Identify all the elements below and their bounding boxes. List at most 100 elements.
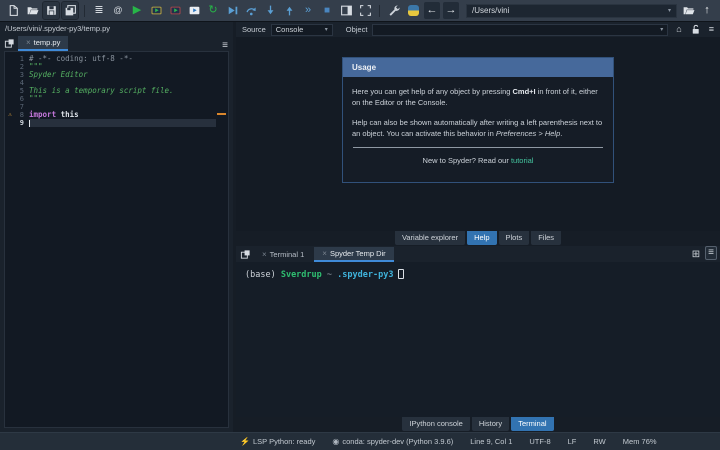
eol-status-label: LF [567, 437, 577, 446]
close-icon[interactable]: × [322, 249, 327, 258]
tab-ipython-console[interactable]: IPython console [402, 417, 470, 431]
help-options-menu-icon[interactable]: ≡ [709, 25, 714, 34]
step-return-icon [283, 4, 296, 17]
line-number[interactable]: 3 [15, 71, 29, 79]
readwrite-status-label: RW [593, 437, 606, 446]
parent-directory-button[interactable]: ↑ [699, 2, 715, 19]
object-input[interactable]: ▾ [372, 23, 669, 36]
code-line-text[interactable]: """ [29, 95, 216, 103]
console-pane-tabs: IPython console History Terminal [236, 417, 720, 432]
step-over-button[interactable] [243, 2, 259, 19]
step-into-button[interactable] [262, 2, 278, 19]
code-line-text[interactable]: # -*- coding: utf-8 -*- [29, 55, 216, 63]
close-icon[interactable]: × [262, 250, 267, 259]
tab-temp-py[interactable]: × temp.py [18, 36, 69, 51]
tab-plots[interactable]: Plots [498, 231, 530, 245]
help-pane-tabs: Variable explorer Help Plots Files [236, 231, 720, 246]
tab-terminal-1[interactable]: × Terminal 1 [254, 247, 312, 262]
object-label: Object [345, 25, 368, 34]
code-line-text[interactable]: This is a temporary script file. [29, 87, 216, 95]
help-toolbar: Source Console ▾ Object ▾ ⌂ ≡ [236, 22, 720, 37]
maximize-icon [359, 4, 372, 17]
stop-button[interactable]: ■ [319, 2, 335, 19]
outline-button[interactable]: ≣ [91, 2, 107, 19]
shortcut-text: Cmd+I [512, 87, 536, 96]
help-content: Usage Here you can get help of any objec… [236, 37, 720, 231]
find-symbol-button[interactable]: @ [110, 2, 126, 19]
terminal-options-menu-icon[interactable]: ≡ [705, 246, 717, 260]
run-file-button[interactable]: ▶ [129, 2, 145, 19]
home-icon[interactable]: ⌂ [676, 25, 681, 34]
prompt-token: .spyder-py3 [337, 270, 394, 280]
line-number[interactable]: 1 [15, 55, 29, 63]
chevron-down-icon: ▾ [324, 27, 328, 33]
new-terminal-icon[interactable]: ⊞ [692, 250, 700, 260]
panels-button[interactable] [338, 2, 354, 19]
terminal-prompt: (base) Sverdrup ~ .spyder-py3 [245, 269, 711, 280]
source-select[interactable]: Console ▾ [270, 23, 333, 36]
forward-button[interactable]: → [443, 2, 459, 19]
tab-spyder-temp-dir[interactable]: × Spyder Temp Dir [314, 247, 394, 262]
run-cell-button[interactable] [148, 2, 164, 19]
preferences-path-text: Preferences > Help [495, 128, 561, 138]
code-line-text[interactable]: Spyder Editor [29, 71, 216, 79]
terminal-content[interactable]: (base) Sverdrup ~ .spyder-py3 [236, 262, 720, 417]
line-number[interactable]: 8 [15, 111, 29, 119]
line-number[interactable]: 7 [15, 103, 29, 111]
step-return-button[interactable] [281, 2, 297, 19]
browse-tabs-button[interactable] [3, 37, 16, 50]
tab-variable-explorer[interactable]: Variable explorer [394, 231, 466, 245]
browse-working-directory-button[interactable] [680, 2, 696, 19]
usage-title: Usage [343, 58, 613, 77]
code-line-text[interactable] [29, 119, 216, 127]
toolbar-separator [84, 4, 85, 17]
editor-options-menu-icon[interactable]: ≡ [222, 41, 228, 51]
working-directory-combobox[interactable]: /Users/vini ▾ [466, 3, 677, 18]
debug-file-button[interactable] [224, 2, 240, 19]
browse-tabs-button[interactable] [239, 248, 252, 261]
wrench-icon [388, 4, 401, 17]
tab-label: temp.py [33, 38, 61, 47]
run-icon: ▶ [132, 4, 142, 16]
save-all-button[interactable] [61, 1, 79, 20]
arrow-left-icon: ← [426, 4, 438, 16]
close-icon[interactable]: × [26, 38, 31, 47]
source-value: Console [275, 25, 304, 34]
main-area: /Users/vini/.spyder-py3/temp.py × temp.p… [0, 22, 720, 432]
usage-paragraph-1: Here you can get help of any object by p… [352, 87, 598, 108]
run-cell-advance-button[interactable] [167, 2, 183, 19]
python-environment-button[interactable] [405, 2, 421, 19]
step-over-icon [245, 4, 258, 17]
rerun-cell-button[interactable] [186, 2, 202, 19]
code-line-text[interactable]: import this [29, 111, 216, 119]
new-file-button[interactable] [5, 2, 21, 19]
folder-open-icon [26, 4, 39, 17]
usage-panel: Usage Here you can get help of any objec… [342, 57, 614, 184]
line-number[interactable]: 6 [15, 95, 29, 103]
unlock-icon[interactable] [690, 24, 701, 35]
save-button[interactable] [42, 1, 60, 20]
tutorial-link[interactable]: tutorial [511, 156, 534, 165]
plug-icon: ⚡ [240, 436, 250, 446]
back-button[interactable]: ← [424, 2, 440, 19]
open-file-button[interactable] [24, 2, 40, 19]
code-editor[interactable]: 1 # -*- coding: utf-8 -*- 2 """ 3 Spyder Edit… [4, 51, 229, 428]
prompt-token: ~ [321, 270, 338, 280]
continue-button[interactable]: » [300, 2, 316, 19]
line-number[interactable]: 5 [15, 87, 29, 95]
run-selection-button[interactable]: ↻ [205, 2, 221, 19]
usage-body: Here you can get help of any object by p… [343, 77, 613, 182]
outline-icon: ≣ [94, 4, 104, 16]
maximize-pane-button[interactable] [357, 2, 373, 19]
code-token: """ [29, 94, 43, 103]
tab-help[interactable]: Help [467, 231, 497, 245]
memory-usage-label: Mem 76% [622, 437, 657, 446]
preferences-button[interactable] [386, 2, 402, 19]
line-number[interactable]: 4 [15, 79, 29, 87]
tab-files[interactable]: Files [531, 231, 562, 245]
conda-status-label: conda: spyder-dev (Python 3.9.6) [342, 437, 454, 446]
tab-terminal[interactable]: Terminal [511, 417, 554, 431]
line-number[interactable]: 2 [15, 63, 29, 71]
line-number[interactable]: 9 [15, 119, 29, 127]
tab-history[interactable]: History [471, 417, 510, 431]
